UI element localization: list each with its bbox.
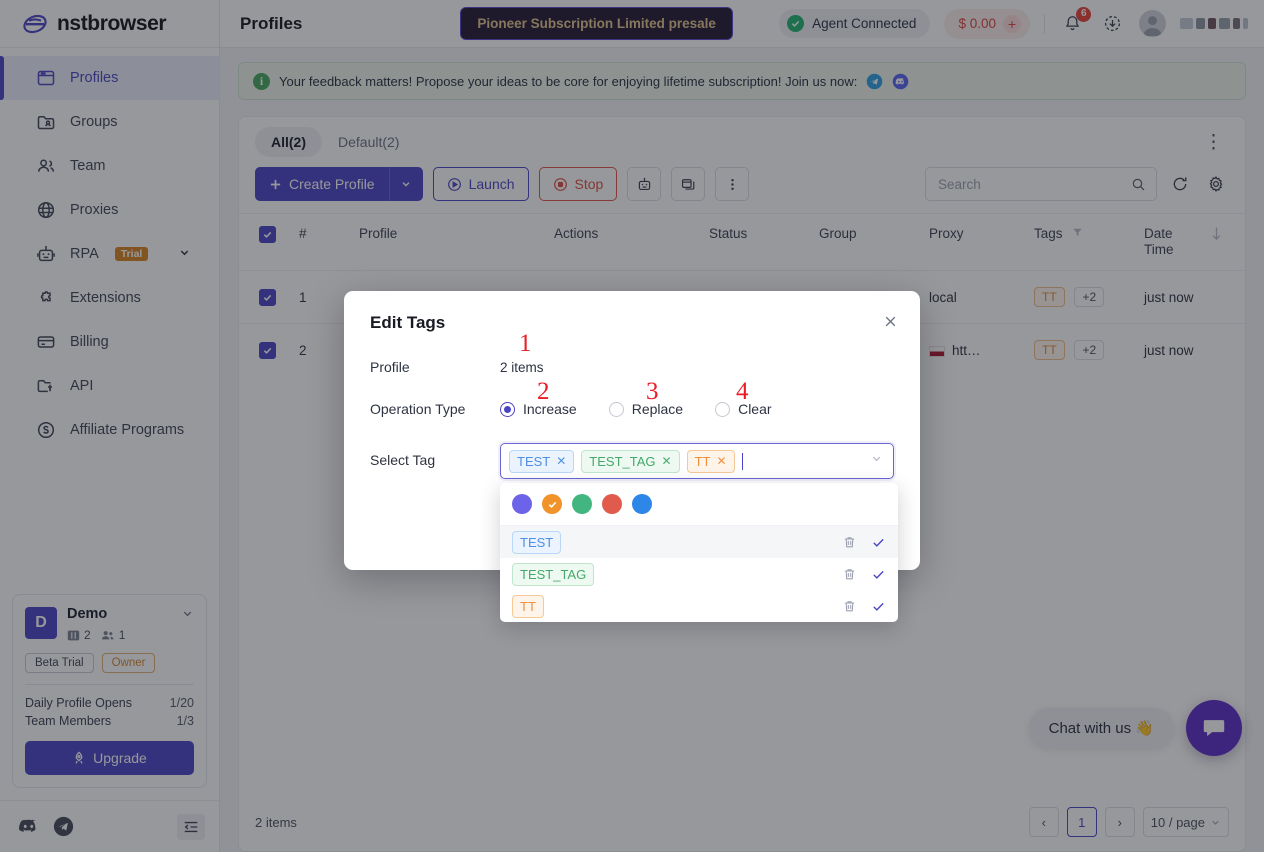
modal-select-tag-row: Select Tag TEST ✕ TEST_TAG ✕ TT ✕ TEST T…: [370, 443, 898, 622]
select-tag-check-icon[interactable]: [871, 567, 886, 582]
text-cursor: [741, 452, 743, 470]
selected-tag-label: TEST: [517, 453, 551, 469]
modal-profile-row: Profile 2 items: [370, 359, 894, 375]
selected-tag-test-tag: TEST_TAG ✕: [581, 449, 680, 473]
modal-profile-value: 2 items: [500, 359, 544, 375]
annotation-3: 3: [646, 378, 659, 405]
swatch-orange-selected[interactable]: [542, 494, 562, 514]
selected-tag-label: TEST_TAG: [589, 453, 656, 469]
tag-color-swatches: [500, 483, 898, 526]
swatch-green[interactable]: [572, 494, 592, 514]
remove-tag-icon[interactable]: ✕: [716, 454, 726, 468]
chevron-down-icon[interactable]: [870, 452, 883, 470]
swatch-blue[interactable]: [632, 494, 652, 514]
swatch-red[interactable]: [602, 494, 622, 514]
annotation-1: 1: [519, 330, 532, 357]
selected-tag-tt: TT ✕: [686, 449, 735, 473]
modal-close-button[interactable]: [880, 311, 900, 331]
selected-tag-test: TEST ✕: [509, 449, 575, 473]
radio-clear-dot: [715, 401, 731, 417]
annotation-2: 2: [537, 378, 550, 405]
delete-tag-icon[interactable]: [842, 567, 857, 582]
remove-tag-icon[interactable]: ✕: [662, 454, 672, 468]
modal-select-tag-label: Select Tag: [370, 452, 436, 468]
close-icon: [885, 316, 895, 326]
dropdown-option-test-tag[interactable]: TEST_TAG: [500, 558, 898, 590]
edit-tags-modal: Edit Tags Profile 2 items Operation Type…: [344, 291, 920, 622]
option-tag-chip: TEST: [512, 530, 562, 554]
radio-increase-label: Increase: [523, 401, 577, 417]
radio-replace-dot: [608, 401, 624, 417]
option-tag-chip: TT: [512, 594, 544, 618]
delete-tag-icon[interactable]: [842, 599, 857, 614]
check-icon: [548, 501, 556, 508]
dropdown-option-tt[interactable]: TT: [500, 590, 898, 622]
delete-tag-icon[interactable]: [842, 535, 857, 550]
dropdown-option-test[interactable]: TEST: [500, 526, 898, 558]
modal-operation-label: Operation Type: [370, 401, 466, 417]
tag-select-input[interactable]: TEST ✕ TEST_TAG ✕ TT ✕: [500, 443, 894, 479]
select-tag-check-icon[interactable]: [871, 599, 886, 614]
swatch-purple[interactable]: [512, 494, 532, 514]
select-tag-check-icon[interactable]: [871, 535, 886, 550]
remove-tag-icon[interactable]: ✕: [556, 454, 566, 468]
tag-select-wrapper: TEST ✕ TEST_TAG ✕ TT ✕ TEST TEST_TAG TT: [500, 443, 898, 622]
annotation-4: 4: [736, 378, 749, 405]
selected-tag-label: TT: [694, 453, 711, 469]
modal-profile-label: Profile: [370, 359, 410, 375]
option-tag-chip: TEST_TAG: [512, 562, 595, 586]
app-root: nstbrowser Profiles Groups Team Proxies …: [0, 0, 1264, 852]
modal-title: Edit Tags: [370, 313, 446, 332]
modal-operation-row: Operation Type Increase Replace Clear: [370, 401, 894, 417]
radio-increase-dot: [500, 401, 515, 417]
tag-dropdown: TEST TEST_TAG TT: [500, 483, 898, 622]
